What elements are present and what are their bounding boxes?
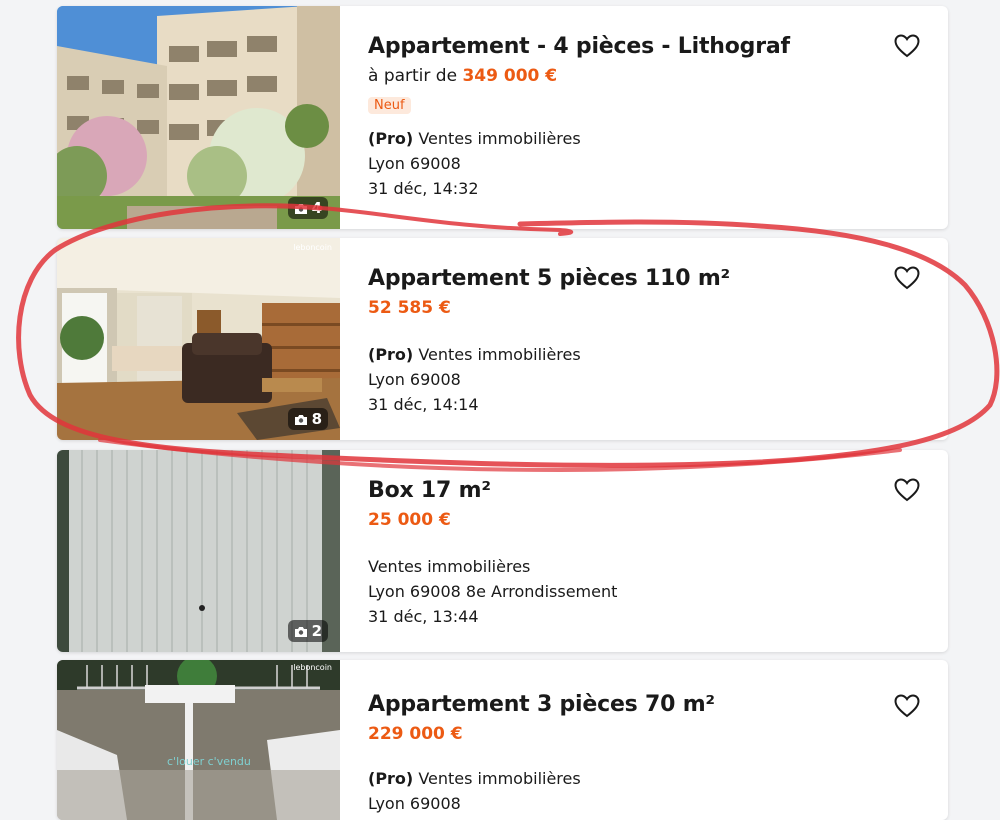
heart-outline-icon <box>894 478 920 502</box>
listing-location: Lyon 69008 8e Arrondissement <box>368 582 618 601</box>
price-line: 229 000 € <box>368 724 463 744</box>
listing-title[interactable]: Appartement - 4 pièces - Lithograf <box>368 34 790 59</box>
listing-photo[interactable]: leboncoin 8 <box>57 238 340 440</box>
price-line: 25 000 € <box>368 510 451 530</box>
price-prefix: à partir de <box>368 66 463 86</box>
price-line: 52 585 € <box>368 298 451 318</box>
favorite-button[interactable] <box>894 694 920 718</box>
listing-date: 31 déc, 14:32 <box>368 179 479 198</box>
listing-location: Lyon 69008 <box>368 794 461 813</box>
listing-title[interactable]: Appartement 5 pièces 110 m² <box>368 266 730 291</box>
camera-icon <box>294 203 308 214</box>
listing-photo[interactable]: 4 <box>57 6 340 229</box>
favorite-button[interactable] <box>894 34 920 58</box>
photo-count: 4 <box>311 199 322 217</box>
seller-line: (Pro) Ventes immobilières <box>368 126 581 151</box>
listing-price: 25 000 € <box>368 510 451 530</box>
listing-meta: (Pro) Ventes immobilières Lyon 69008 31 … <box>368 126 581 201</box>
listing-title[interactable]: Appartement 3 pièces 70 m² <box>368 692 715 717</box>
listing-meta: (Pro) Ventes immobilières Lyon 69008 31 … <box>368 342 581 417</box>
listing-price: 52 585 € <box>368 298 451 318</box>
new-badge: Neuf <box>368 97 411 114</box>
photo-count-badge: 2 <box>287 620 328 642</box>
listing-title[interactable]: Box 17 m² <box>368 478 491 503</box>
camera-icon <box>294 626 308 637</box>
listing-date: 31 déc, 14:14 <box>368 395 479 414</box>
photo-count: 2 <box>311 622 322 640</box>
building-photo <box>57 6 340 229</box>
listing-card[interactable]: c'louer c'vendu leboncoin Appartement 3 … <box>57 660 948 820</box>
listing-category: Ventes immobilières <box>368 557 531 576</box>
listing-photo[interactable]: 2 <box>57 450 340 652</box>
seller-type: (Pro) <box>368 769 414 788</box>
heart-outline-icon <box>894 266 920 290</box>
seller-type: (Pro) <box>368 345 414 364</box>
listing-location: Lyon 69008 <box>368 154 461 173</box>
favorite-button[interactable] <box>894 266 920 290</box>
heart-outline-icon <box>894 694 920 718</box>
camera-icon <box>294 414 308 425</box>
listing-card[interactable]: 2 Box 17 m² 25 000 € Ventes immobilières… <box>57 450 948 652</box>
listing-photo[interactable]: c'louer c'vendu leboncoin <box>57 660 340 820</box>
seller-line: (Pro) Ventes immobilières <box>368 766 581 791</box>
listing-category: Ventes immobilières <box>418 129 581 148</box>
photo-count-badge: 8 <box>287 408 328 430</box>
seller-type: (Pro) <box>368 129 414 148</box>
favorite-button[interactable] <box>894 478 920 502</box>
balcony-photo: c'louer c'vendu leboncoin <box>57 660 340 820</box>
listing-meta: Ventes immobilières Lyon 69008 8e Arrond… <box>368 554 617 629</box>
badge-row: Neuf <box>368 94 411 114</box>
heart-outline-icon <box>894 34 920 58</box>
photo-count-badge: 4 <box>287 197 328 219</box>
photo-watermark: leboncoin <box>293 243 332 252</box>
listing-date: 31 déc, 13:44 <box>368 607 479 626</box>
listing-location: Lyon 69008 <box>368 370 461 389</box>
photo-watermark: leboncoin <box>293 663 332 672</box>
listing-card[interactable]: 4 Appartement - 4 pièces - Lithograf à p… <box>57 6 948 229</box>
price-line: à partir de 349 000 € <box>368 66 557 86</box>
listing-price: 229 000 € <box>368 724 463 744</box>
seller-line: (Pro) Ventes immobilières <box>368 342 581 367</box>
listing-category: Ventes immobilières <box>418 769 581 788</box>
photo-count: 8 <box>311 410 322 428</box>
listing-category: Ventes immobilières <box>418 345 581 364</box>
listing-price: 349 000 € <box>462 66 558 86</box>
listing-meta: (Pro) Ventes immobilières Lyon 69008 <box>368 766 581 816</box>
listing-card[interactable]: leboncoin 8 Appartement 5 pièces 110 m² … <box>57 238 948 440</box>
photo-overlay-text: c'louer c'vendu <box>167 755 251 768</box>
